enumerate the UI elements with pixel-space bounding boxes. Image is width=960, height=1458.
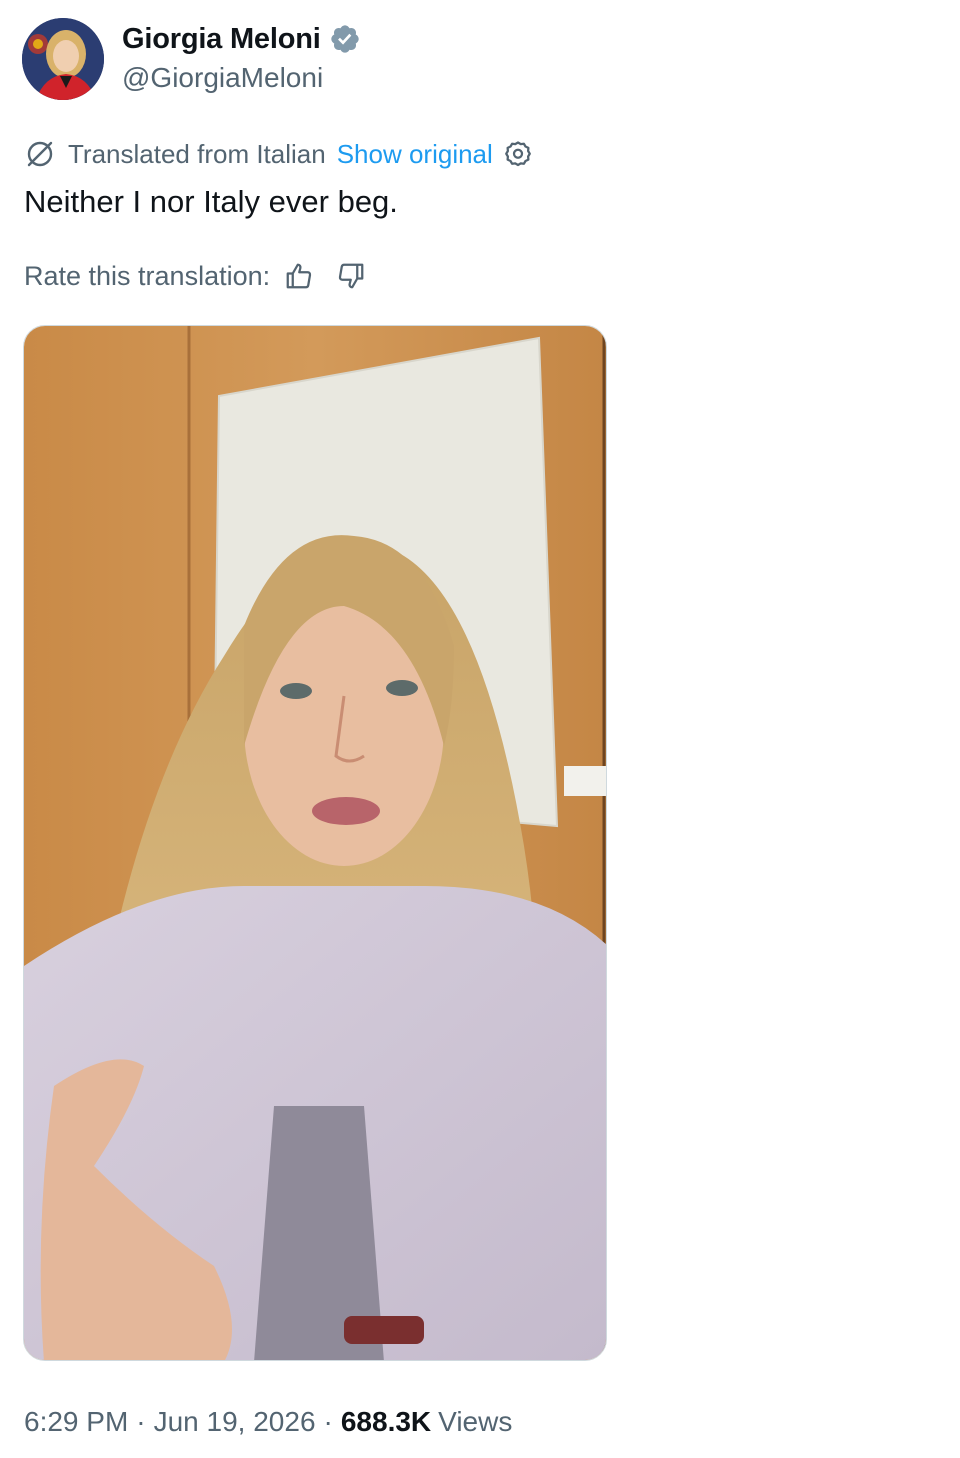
meta-separator: · xyxy=(323,1406,333,1437)
translated-from-label: Translated from Italian xyxy=(68,138,326,169)
rate-translation-label: Rate this translation: xyxy=(24,260,271,291)
user-info: Giorgia Meloni @GiorgiaMeloni xyxy=(122,20,361,94)
meta-separator: · xyxy=(136,1406,146,1437)
tweet-date[interactable]: Jun 19, 2026 xyxy=(154,1406,316,1438)
translation-notice: Translated from Italian Show original xyxy=(24,136,533,172)
video-thumbnail[interactable] xyxy=(23,325,607,1361)
show-original-link[interactable]: Show original xyxy=(337,139,493,170)
thumbs-down-icon[interactable] xyxy=(336,261,366,291)
tweet-meta: 6:29 PM · Jun 19, 2026 · 688.3K Views xyxy=(24,1402,512,1442)
handle[interactable]: @GiorgiaMeloni xyxy=(122,62,361,94)
tweet-text: Neither I nor Italy ever beg. xyxy=(24,184,398,219)
views-label: Views xyxy=(438,1406,513,1437)
gear-icon[interactable] xyxy=(503,139,533,169)
thumbs-up-icon[interactable] xyxy=(284,261,314,291)
avatar[interactable] xyxy=(22,18,104,100)
views-count: 688.3K xyxy=(340,1406,432,1437)
translate-globe-icon xyxy=(24,138,56,170)
rate-translation: Rate this translation: xyxy=(24,256,366,296)
name-row: Giorgia Meloni xyxy=(122,20,361,58)
display-name[interactable]: Giorgia Meloni xyxy=(122,23,321,56)
verified-badge-icon[interactable] xyxy=(329,23,361,55)
tweet-time[interactable]: 6:29 PM xyxy=(24,1406,128,1438)
